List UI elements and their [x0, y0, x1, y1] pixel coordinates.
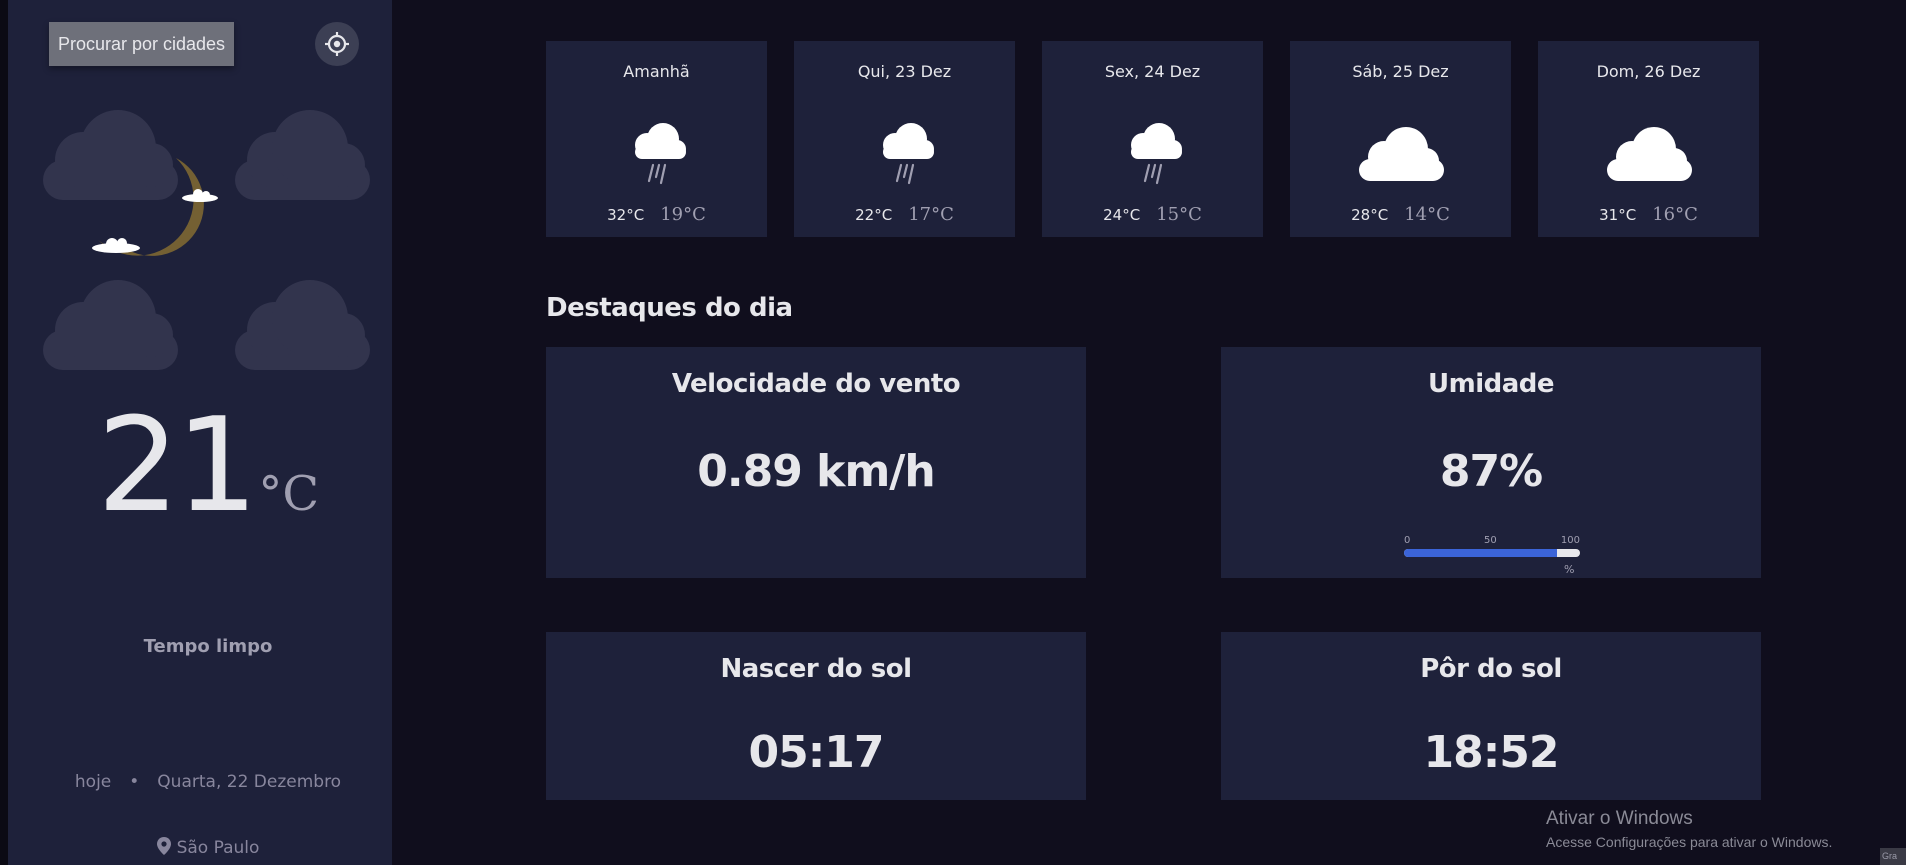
forecast-card: Qui, 23 Dez 22°C 17°C — [794, 41, 1015, 237]
humidity-card: Umidade 87% 0 50 100 % — [1221, 347, 1761, 578]
forecast-min: 14°C — [1404, 204, 1450, 225]
forecast-card: Amanhã 32°C 19°C — [546, 41, 767, 237]
sunrise-label: Nascer do sol — [720, 654, 912, 684]
forecast-min: 17°C — [908, 204, 954, 225]
forecast-day: Amanhã — [623, 62, 690, 81]
forecast-temps: 32°C 19°C — [546, 204, 767, 225]
sunset-card: Pôr do sol 18:52 — [1221, 632, 1761, 800]
forecast-card: Sáb, 25 Dez 28°C 14°C — [1290, 41, 1511, 237]
humidity-unit: % — [1564, 563, 1575, 576]
forecast-day: Sex, 24 Dez — [1104, 62, 1201, 81]
locate-button[interactable] — [315, 22, 359, 66]
humidity-bar-fill — [1404, 549, 1558, 557]
forecast-list: Amanhã 32°C 19°C Qui, 23 Dez 22°C 17°C Sex… — [546, 41, 1759, 237]
forecast-max: 31°C — [1599, 206, 1637, 224]
rain-cloud-icon — [1130, 123, 1182, 185]
crosshair-icon — [325, 32, 349, 56]
humidity-label: Umidade — [1427, 369, 1555, 399]
location: São Paulo — [8, 837, 408, 858]
highlights-title: Destaques do dia — [546, 293, 793, 323]
windows-activation-title: Ativar o Windows — [1546, 808, 1693, 829]
rain-cloud-icon — [634, 123, 686, 185]
forecast-temps: 22°C 17°C — [794, 204, 1015, 225]
sunrise-card: Nascer do sol 05:17 — [546, 632, 1086, 800]
forecast-max: 22°C — [855, 206, 893, 224]
window-edge — [0, 0, 8, 865]
forecast-day: Sáb, 25 Dez — [1352, 62, 1449, 81]
temperature-unit: °C — [258, 466, 320, 522]
forecast-temps: 31°C 16°C — [1538, 204, 1759, 225]
location-name: São Paulo — [176, 838, 260, 858]
humidity-bar — [1404, 549, 1580, 557]
forecast-max: 24°C — [1103, 206, 1141, 224]
forecast-max: 32°C — [607, 206, 645, 224]
current-temperature: 21°C — [8, 400, 408, 530]
separator-dot: • — [129, 772, 140, 792]
forecast-temps: 28°C 14°C — [1290, 204, 1511, 225]
sidebar: Procurar por cidades 21°C Tempo limpo ho… — [8, 0, 392, 865]
cloud-icon — [1358, 127, 1444, 181]
corner-widget[interactable]: Gra — [1880, 848, 1906, 865]
sunset-label: Pôr do sol — [1420, 654, 1562, 684]
search-cities-button[interactable]: Procurar por cidades — [49, 22, 234, 66]
forecast-day: Dom, 26 Dez — [1596, 62, 1701, 81]
moon-clouds-icon — [92, 158, 218, 256]
wind-label: Velocidade do vento — [671, 369, 961, 399]
forecast-max: 28°C — [1351, 206, 1389, 224]
current-date: Quarta, 22 Dezembro — [157, 772, 342, 792]
cloud-icon — [1606, 127, 1692, 181]
forecast-temps: 24°C 15°C — [1042, 204, 1263, 225]
sunrise-value: 05:17 — [748, 727, 884, 778]
humidity-scale: 0 50 100 — [1404, 535, 1580, 547]
scale-min: 0 — [1404, 535, 1411, 546]
scale-mid: 50 — [1484, 535, 1497, 546]
forecast-card: Sex, 24 Dez 24°C 15°C — [1042, 41, 1263, 237]
weather-condition: Tempo limpo — [143, 636, 273, 657]
scale-max: 100 — [1560, 535, 1580, 546]
windows-activation-subtitle: Acesse Configurações para ativar o Windo… — [1546, 834, 1833, 850]
forecast-min: 19°C — [660, 204, 706, 225]
location-pin-icon — [156, 837, 171, 855]
today-label: hoje — [74, 772, 112, 792]
temperature-value: 21 — [96, 389, 258, 541]
date-line: hoje • Quarta, 22 Dezembro — [8, 772, 408, 792]
wind-value: 0.89 km/h — [697, 446, 935, 497]
forecast-min: 15°C — [1156, 204, 1202, 225]
wind-card: Velocidade do vento 0.89 km/h — [546, 347, 1086, 578]
forecast-min: 16°C — [1652, 204, 1698, 225]
sunset-value: 18:52 — [1423, 727, 1559, 778]
forecast-day: Qui, 23 Dez — [857, 62, 952, 81]
rain-cloud-icon — [882, 123, 934, 185]
forecast-card: Dom, 26 Dez 31°C 16°C — [1538, 41, 1759, 237]
humidity-value: 87% — [1439, 446, 1543, 497]
